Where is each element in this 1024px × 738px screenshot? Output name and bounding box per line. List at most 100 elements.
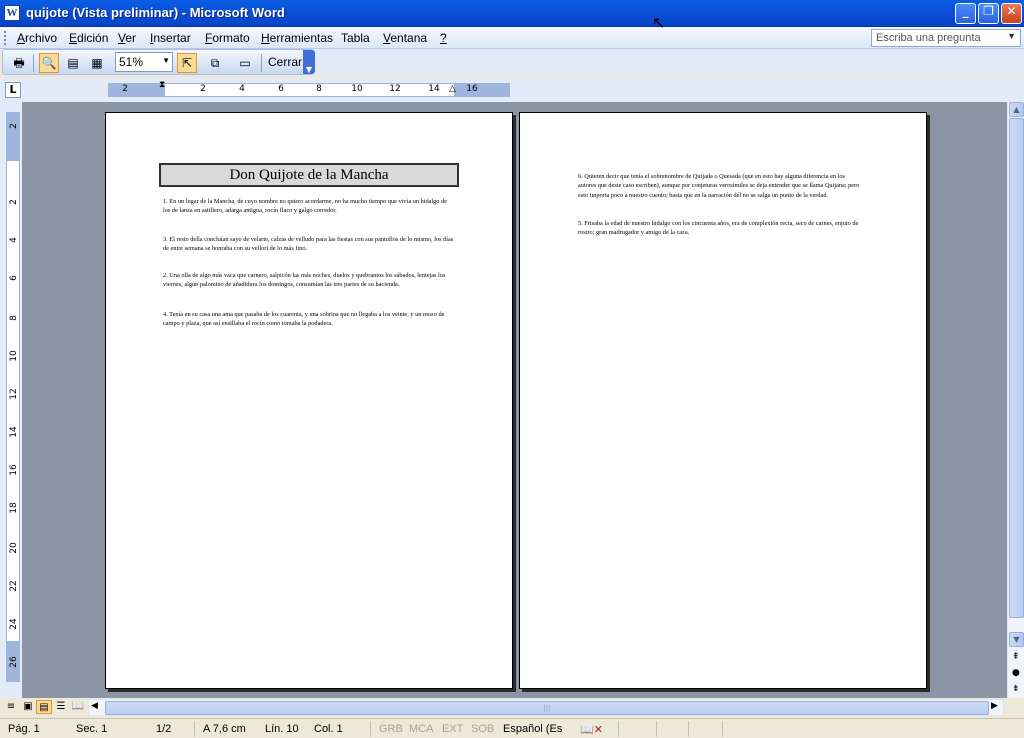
- status-language[interactable]: Español (Es: [503, 723, 562, 735]
- view-ruler-icon[interactable]: ⇱: [177, 53, 197, 73]
- title-bar: W quijote (Vista preliminar) - Microsoft…: [0, 0, 1024, 27]
- status-separator: [370, 721, 371, 737]
- one-page-icon[interactable]: ▤: [63, 53, 83, 73]
- minimize-button[interactable]: _: [955, 3, 976, 24]
- ruler-number: 16: [466, 84, 478, 94]
- tab-selector[interactable]: L: [5, 82, 21, 98]
- ruler-number: 10: [9, 350, 19, 362]
- scroll-right-icon[interactable]: ▶: [991, 701, 998, 711]
- status-ext[interactable]: EXT: [442, 723, 463, 735]
- right-indent-marker[interactable]: △: [449, 84, 456, 94]
- chevron-down-icon[interactable]: ▼: [162, 56, 170, 65]
- vertical-scrollbar[interactable]: ▲ ▼ ⇞ ● ⇟: [1007, 102, 1024, 698]
- next-page-icon[interactable]: ⇟: [1012, 684, 1020, 694]
- vertical-ruler[interactable]: 2 2 4 6 8 10 12 14 16 18 20 22 24 26: [6, 112, 20, 682]
- menu-grip[interactable]: [4, 31, 7, 45]
- status-section: Sec. 1: [76, 723, 108, 735]
- menu-herramientas[interactable]: Herramientas: [261, 31, 333, 45]
- print-preview-toolbar: 🖶 🔍 ▤ ▦ 51% ▼ ⇱ ⧉ ▭ Cerrar ▼: [2, 49, 315, 75]
- shrink-to-fit-icon[interactable]: ⧉: [205, 53, 225, 73]
- ruler-number: 2: [9, 123, 19, 129]
- outline-view-icon[interactable]: ☰: [53, 700, 69, 714]
- menu-ventana[interactable]: Ventana: [383, 31, 427, 45]
- toolbar-separator: [261, 54, 262, 72]
- menu-bar: Archivo Edición Ver Insertar Formato Her…: [0, 27, 1024, 49]
- ruler-number: 22: [9, 580, 19, 592]
- ruler-number: 4: [239, 84, 245, 94]
- help-search-input[interactable]: Escriba una pregunta ▼: [871, 29, 1021, 47]
- ruler-number: 26: [9, 656, 19, 668]
- scroll-down-icon[interactable]: ▼: [1009, 632, 1024, 647]
- zoom-select[interactable]: 51% ▼: [115, 52, 173, 72]
- scroll-left-icon[interactable]: ◀: [91, 701, 98, 711]
- web-layout-icon[interactable]: ▣: [20, 700, 36, 714]
- zoom-value: 51%: [119, 55, 144, 69]
- magnifier-icon[interactable]: 🔍: [39, 53, 59, 73]
- horizontal-ruler[interactable]: 2 2 4 6 8 10 12 14 16 ⧗ △: [108, 80, 510, 97]
- close-preview-button[interactable]: Cerrar: [265, 53, 305, 73]
- menu-archivo[interactable]: Archivo: [17, 31, 57, 45]
- paragraph: 5. Frisaba la edad de nuestro hidalgo co…: [578, 220, 859, 237]
- close-button[interactable]: ✕: [1001, 3, 1022, 24]
- document-title: Don Quijote de la Mancha: [159, 163, 459, 187]
- menu-tabla[interactable]: Tabla: [341, 31, 370, 45]
- chevron-down-icon[interactable]: ▼: [1007, 31, 1016, 41]
- menu-edicion[interactable]: Edición: [69, 31, 108, 45]
- status-mca[interactable]: MCA: [409, 723, 433, 735]
- status-position: A 7,6 cm: [203, 723, 246, 735]
- print-icon[interactable]: 🖶: [9, 53, 29, 73]
- scroll-up-icon[interactable]: ▲: [1009, 102, 1024, 117]
- menu-formato[interactable]: Formato: [205, 31, 250, 45]
- ruler-number: 24: [9, 618, 19, 630]
- menu-ver[interactable]: Ver: [118, 31, 136, 45]
- toolbar-options-icon[interactable]: ▼: [303, 50, 315, 74]
- first-line-indent-marker[interactable]: ⧗: [159, 80, 165, 90]
- paragraph: 6. Quieren decir que tenía el sobrenombr…: [578, 173, 860, 199]
- paragraph: 1. En un lugar de la Mancha, de cuyo nom…: [163, 198, 447, 215]
- ruler-number: 2: [122, 84, 128, 94]
- spelling-status-icon[interactable]: 📖✕: [580, 723, 603, 736]
- ruler-number: 12: [9, 388, 19, 400]
- ruler-number: 14: [428, 84, 440, 94]
- status-sob[interactable]: SOB: [471, 723, 494, 735]
- horizontal-scrollbar[interactable]: ◀ ||| ▶: [88, 699, 1004, 716]
- page-1[interactable]: Don Quijote de la Mancha 1. En un lugar …: [105, 112, 513, 689]
- ruler-number: 8: [9, 315, 19, 321]
- print-layout-icon[interactable]: ▤: [36, 700, 52, 714]
- paragraph: 3. El resto della concluían sayo de vela…: [163, 236, 454, 253]
- status-grb[interactable]: GRB: [379, 723, 403, 735]
- ruler-number: 16: [9, 464, 19, 476]
- status-page: Pág. 1: [8, 723, 40, 735]
- status-separator: [688, 721, 689, 737]
- ruler-number: 2: [9, 199, 19, 205]
- status-separator: [656, 721, 657, 737]
- horizontal-scroll-thumb[interactable]: |||: [105, 701, 989, 715]
- status-separator: [194, 721, 195, 737]
- vertical-scroll-thumb[interactable]: [1009, 118, 1024, 618]
- ruler-number: 6: [278, 84, 284, 94]
- window-title: quijote (Vista preliminar) - Microsoft W…: [26, 5, 285, 20]
- normal-view-icon[interactable]: ≡: [3, 700, 19, 714]
- maximize-button[interactable]: ❐: [978, 3, 999, 24]
- status-column: Col. 1: [314, 723, 343, 735]
- help-search-placeholder: Escriba una pregunta: [876, 32, 981, 44]
- ruler-number: 20: [9, 542, 19, 554]
- ruler-number: 8: [316, 84, 322, 94]
- mouse-cursor-icon: ↖: [652, 13, 666, 32]
- ruler-number: 2: [200, 84, 206, 94]
- toolbar-separator: [33, 54, 34, 72]
- ruler-number: 4: [9, 237, 19, 243]
- reading-layout-icon[interactable]: 📖: [70, 700, 86, 714]
- menu-help[interactable]: ?: [440, 31, 447, 45]
- ruler-left-margin: [109, 84, 165, 96]
- menu-insertar[interactable]: Insertar: [150, 31, 191, 45]
- browse-object-icon[interactable]: ●: [1012, 668, 1020, 678]
- page-2[interactable]: 6. Quieren decir que tenía el sobrenombr…: [519, 112, 927, 689]
- full-screen-icon[interactable]: ▭: [235, 53, 255, 73]
- word-app-icon[interactable]: W: [4, 5, 20, 21]
- ruler-number: 12: [389, 84, 401, 94]
- multiple-pages-icon[interactable]: ▦: [87, 53, 107, 73]
- previous-page-icon[interactable]: ⇞: [1012, 652, 1020, 662]
- ruler-number: 6: [9, 275, 19, 281]
- status-bar: Pág. 1 Sec. 1 1/2 A 7,6 cm Lín. 10 Col. …: [0, 718, 1024, 738]
